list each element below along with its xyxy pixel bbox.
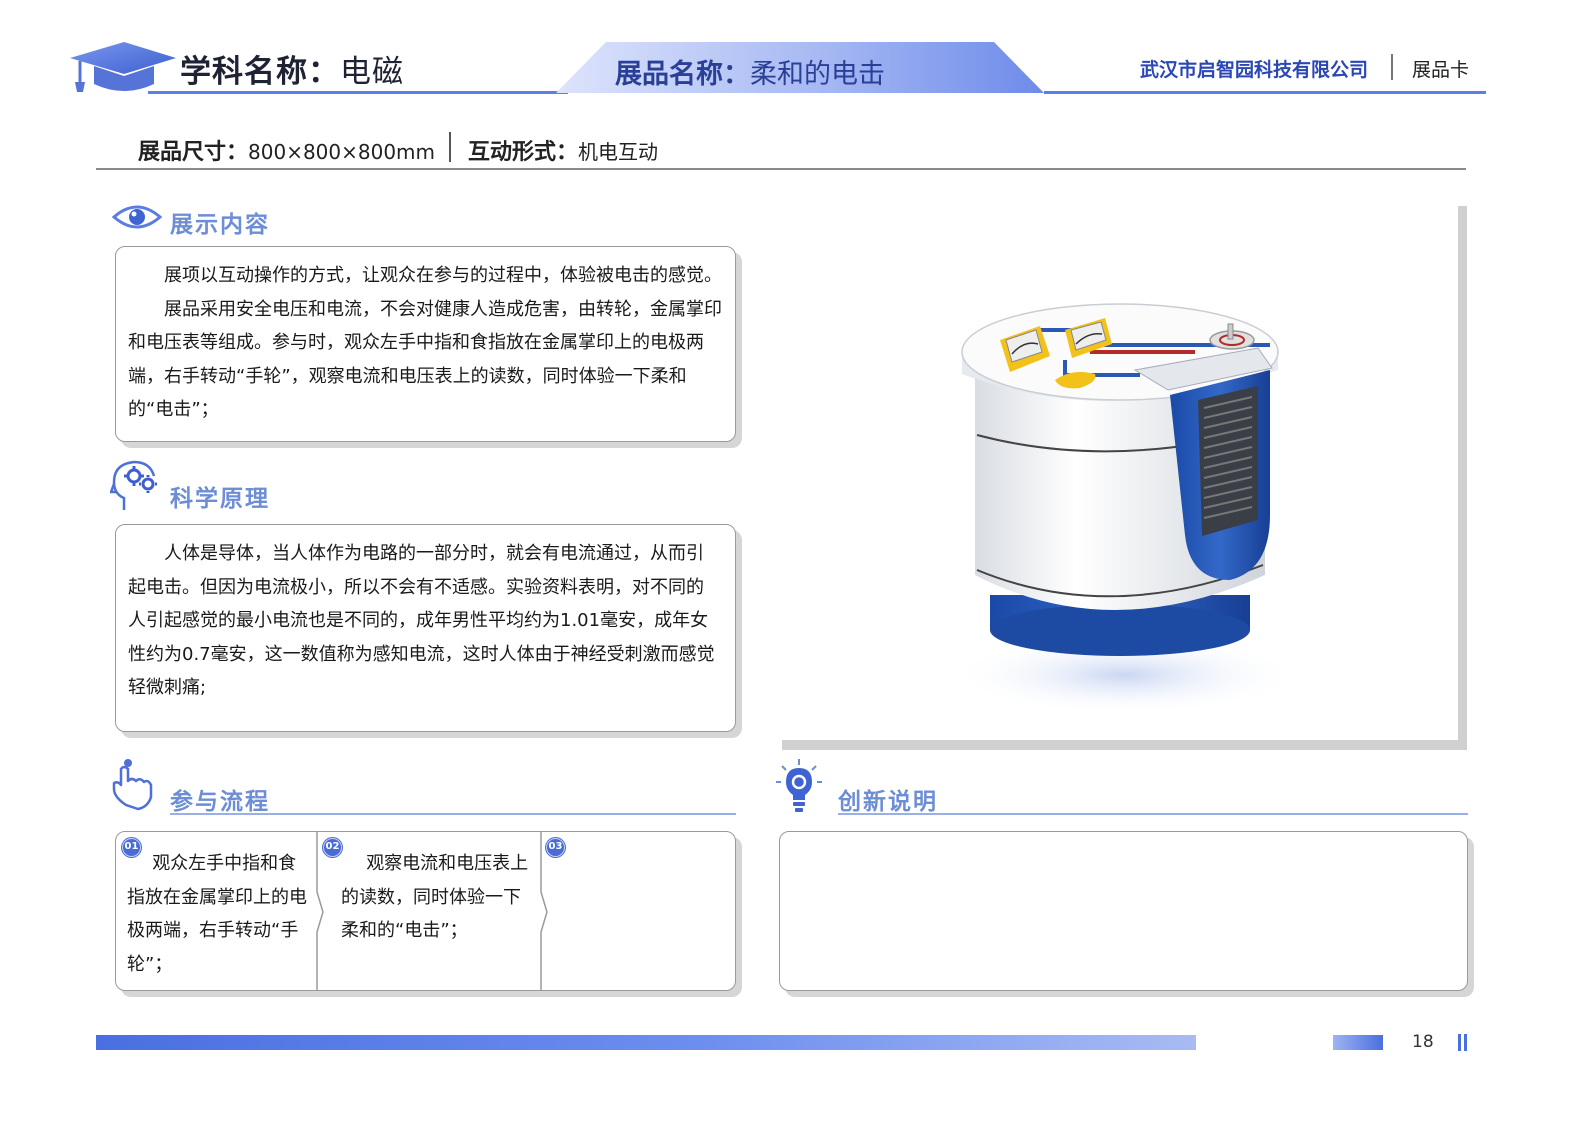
principle-content-box: 人体是导体，当人体作为电路的一部分时，就会有电流通过，从而引起电击。但因为电流极… <box>115 524 736 732</box>
innovation-section-rule <box>838 813 1468 815</box>
spec-size-value: 800×800×800mm <box>248 140 436 164</box>
spec-rule <box>96 168 1466 170</box>
step-number-badge: 01 <box>122 838 141 857</box>
principle-section-title: 科学原理 <box>170 486 270 512</box>
footer-mini-bar <box>1333 1035 1383 1050</box>
lightbulb-icon <box>776 759 822 812</box>
process-steps-box: 观众左手中指和食指放在金属掌印上的电极两端，右手转动“手轮”； 观察电流和电压表… <box>115 831 736 991</box>
graduation-cap-icon <box>70 42 176 92</box>
spec-mode-label: 互动形式： <box>468 140 579 165</box>
spec-mode: 互动形式：机电互动 <box>468 134 658 166</box>
header-rule <box>148 91 568 94</box>
exhibit-name: 展品名称：柔和的电击 <box>615 52 885 91</box>
card-type: 展品卡 <box>1412 59 1470 81</box>
process-step-text: 观众左手中指和食指放在金属掌印上的电极两端，右手转动“手轮”； <box>127 853 307 975</box>
process-step: 观察电流和电压表上的读数，同时体验一下柔和的“电击”； <box>317 832 540 990</box>
page-number: 18 <box>1412 1032 1434 1052</box>
eye-icon <box>112 205 162 229</box>
spec-size-label: 展品尺寸： <box>138 140 249 165</box>
display-paragraph: 展项以互动操作的方式，让观众在参与的过程中，体验被电击的感觉。 <box>164 265 722 286</box>
company-name: 武汉市启智园科技有限公司 <box>1140 59 1369 81</box>
innovation-section-title: 创新说明 <box>838 789 938 815</box>
hand-pointer-icon <box>112 759 153 811</box>
innovation-content-box <box>779 831 1468 991</box>
subject-label: 学科名称： <box>180 54 340 90</box>
process-step-text: 观察电流和电压表上的读数，同时体验一下柔和的“电击”； <box>341 853 529 941</box>
photo-shadow <box>782 740 1467 750</box>
header-rule <box>1044 91 1486 94</box>
exhibit-value: 柔和的电击 <box>750 59 885 90</box>
head-gears-icon <box>110 460 157 510</box>
process-step <box>541 832 735 990</box>
subject-value: 电磁 <box>340 54 404 90</box>
process-step: 观众左手中指和食指放在金属掌印上的电极两端，右手转动“手轮”； <box>116 832 316 990</box>
spec-mode-value: 机电互动 <box>578 140 659 164</box>
display-section-title: 展示内容 <box>170 212 270 238</box>
display-paragraph: 展品采用安全电压和电流，不会对健康人造成危害，由转轮，金属掌印和电压表等组成。参… <box>128 298 722 421</box>
innovation-text <box>780 832 1467 856</box>
spec-divider <box>449 132 451 162</box>
exhibit-photo <box>950 303 1300 715</box>
header-divider <box>1391 54 1393 80</box>
footer-pause-mark <box>1458 1034 1468 1051</box>
exhibit-label: 展品名称： <box>615 59 750 90</box>
process-section-rule <box>170 813 736 815</box>
footer-bar <box>96 1035 1196 1050</box>
spec-size: 展品尺寸：800×800×800mm <box>138 134 435 166</box>
step-number-badge: 03 <box>546 838 565 857</box>
step-number-badge: 02 <box>323 838 342 857</box>
principle-paragraph: 人体是导体，当人体作为电路的一部分时，就会有电流通过，从而引起电击。但因为电流极… <box>128 543 715 698</box>
process-section-title: 参与流程 <box>170 789 270 815</box>
subject-name: 学科名称：电磁 <box>180 46 404 91</box>
display-content-box: 展项以互动操作的方式，让观众在参与的过程中，体验被电击的感觉。 展品采用安全电压… <box>115 246 736 442</box>
photo-shadow <box>1458 206 1467 750</box>
